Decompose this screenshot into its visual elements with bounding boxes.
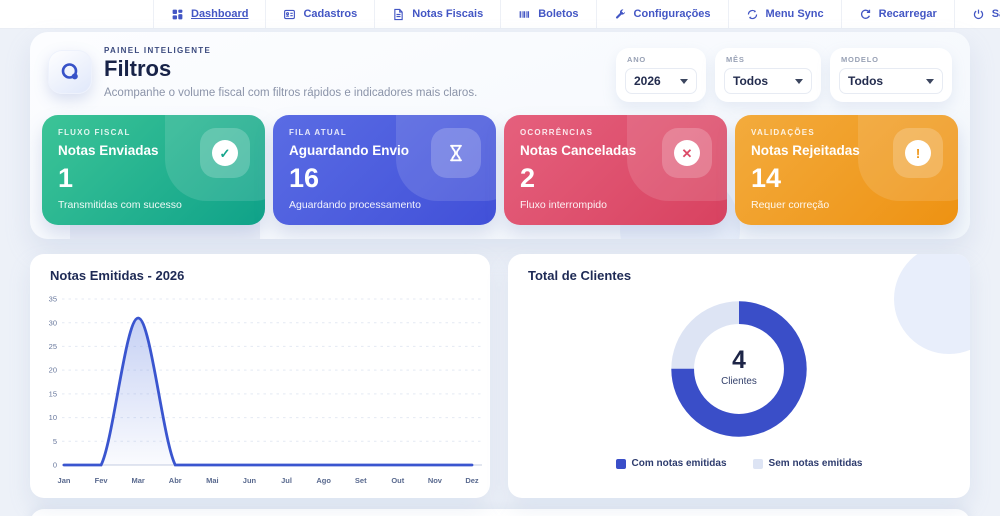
nav-item-menu-sync[interactable]: Menu Sync [729, 0, 842, 28]
filter-label: MODELO [841, 55, 943, 64]
donut-center-value: 4 [732, 347, 746, 374]
nav-label: Configurações [634, 8, 711, 20]
svg-text:15: 15 [49, 389, 57, 398]
nav-item-notas-fiscais[interactable]: Notas Fiscais [375, 0, 501, 28]
stat-card-notas-enviadas: FLUXO FISCAL Notas Enviadas 1 Transmitid… [42, 115, 265, 225]
legend-item-com-notas: Com notas emitidas [616, 458, 727, 469]
stat-badge [431, 128, 481, 178]
donut-chart: 4 Clientes [654, 285, 824, 453]
check-icon: ✓ [212, 140, 238, 166]
sync-icon [746, 8, 759, 21]
nav-item-recarregar[interactable]: Recarregar [842, 0, 955, 28]
filter-card-mes: MÊS Todos [715, 48, 821, 102]
legend-swatch [616, 459, 626, 469]
month-select[interactable]: Todos [724, 68, 812, 94]
stat-subtitle: Fluxo interrompido [520, 199, 711, 211]
svg-text:Jan: Jan [58, 476, 71, 485]
donut-chart-card: Total de Clientes 4 Clientes Com notas e… [508, 254, 970, 498]
id-card-icon [283, 8, 296, 21]
chevron-down-icon [926, 79, 934, 84]
next-section-card [30, 509, 970, 516]
line-chart-card: Notas Emitidas - 2026 0 5 10 15 20 25 30 35 Jan F… [30, 254, 490, 498]
filter-label: MÊS [726, 55, 812, 64]
svg-text:Dez: Dez [465, 476, 479, 485]
wrench-icon [614, 8, 627, 21]
chart-title: Notas Emitidas - 2026 [30, 254, 490, 283]
legend-label: Com notas emitidas [632, 458, 727, 469]
filter-label: ANO [627, 55, 697, 64]
select-value: Todos [733, 74, 768, 88]
stat-badge: ✕ [662, 128, 712, 178]
svg-text:5: 5 [53, 437, 57, 446]
nav-item-dashboard[interactable]: Dashboard [153, 0, 266, 28]
svg-text:0: 0 [53, 461, 57, 470]
barcode-icon [518, 8, 531, 21]
nav-label: Dashboard [191, 8, 248, 20]
legend-swatch [753, 459, 763, 469]
document-icon [392, 8, 405, 21]
svg-text:Out: Out [391, 476, 404, 485]
nav-item-boletos[interactable]: Boletos [501, 0, 596, 28]
chevron-down-icon [795, 79, 803, 84]
nav-label: Sair [992, 8, 1000, 20]
nav-item-sair[interactable]: Sair [955, 0, 1000, 28]
legend-label: Sem notas emitidas [769, 458, 863, 469]
panel-subtitle: Acompanhe o volume fiscal com filtros rá… [104, 87, 477, 99]
chart-title: Total de Clientes [508, 254, 970, 283]
page-title: Filtros [104, 56, 477, 82]
nav-item-configuracoes[interactable]: Configurações [597, 0, 729, 28]
model-select[interactable]: Todos [839, 68, 943, 94]
nav-label: Notas Fiscais [412, 8, 483, 20]
stat-card-notas-canceladas: OCORRÊNCIAS Notas Canceladas 2 Fluxo int… [504, 115, 727, 225]
svg-text:20: 20 [49, 366, 57, 375]
filter-card-ano: ANO 2026 [616, 48, 706, 102]
filters-panel-icon [48, 50, 92, 94]
svg-text:25: 25 [49, 342, 57, 351]
filter-card-modelo: MODELO Todos [830, 48, 952, 102]
hourglass-icon [446, 143, 466, 163]
filters-panel: PAINEL INTELIGENTE Filtros Acompanhe o v… [30, 32, 970, 239]
select-value: Todos [848, 74, 883, 88]
nav-label: Menu Sync [766, 8, 824, 20]
dashboard-grid-icon [171, 8, 184, 21]
svg-text:Nov: Nov [428, 476, 443, 485]
chat-bubble-icon [58, 60, 82, 84]
select-value: 2026 [634, 74, 661, 88]
stat-card-notas-rejeitadas: VALIDAÇÕES Notas Rejeitadas 14 Requer co… [735, 115, 958, 225]
nav-label: Recarregar [879, 8, 937, 20]
svg-text:Mar: Mar [132, 476, 145, 485]
nav-label: Boletos [538, 8, 578, 20]
svg-text:10: 10 [49, 413, 57, 422]
stat-subtitle: Requer correção [751, 199, 942, 211]
chart-legend: Com notas emitidas Sem notas emitidas [616, 458, 863, 469]
svg-text:35: 35 [49, 295, 57, 304]
svg-text:Set: Set [355, 476, 367, 485]
chevron-down-icon [680, 79, 688, 84]
stat-card-aguardando-envio: FILA ATUAL Aguardando Envio 16 Aguardand… [273, 115, 496, 225]
legend-item-sem-notas: Sem notas emitidas [753, 458, 863, 469]
nav-label: Cadastros [303, 8, 357, 20]
top-navigation: Dashboard Cadastros Notas Fiscais Boleto… [0, 0, 1000, 29]
power-icon [972, 8, 985, 21]
stat-subtitle: Aguardando processamento [289, 199, 480, 211]
svg-text:Ago: Ago [316, 476, 331, 485]
svg-text:Jun: Jun [243, 476, 257, 485]
svg-text:Jul: Jul [281, 476, 292, 485]
refresh-icon [859, 8, 872, 21]
cancel-icon: ✕ [674, 140, 700, 166]
area-line-chart: 0 5 10 15 20 25 30 35 Jan Fev Mar Abr Mai Jun Jul Ago Se… [34, 287, 486, 491]
stat-badge: ✓ [200, 128, 250, 178]
svg-text:30: 30 [49, 318, 57, 327]
svg-text:Abr: Abr [169, 476, 182, 485]
donut-center-label: Clientes [721, 376, 757, 387]
svg-text:Fev: Fev [95, 476, 109, 485]
nav-item-cadastros[interactable]: Cadastros [266, 0, 375, 28]
panel-eyebrow: PAINEL INTELIGENTE [104, 46, 477, 55]
svg-text:Mai: Mai [206, 476, 219, 485]
stat-badge: ! [893, 128, 943, 178]
alert-icon: ! [905, 140, 931, 166]
stat-subtitle: Transmitidas com sucesso [58, 199, 249, 211]
year-select[interactable]: 2026 [625, 68, 697, 94]
